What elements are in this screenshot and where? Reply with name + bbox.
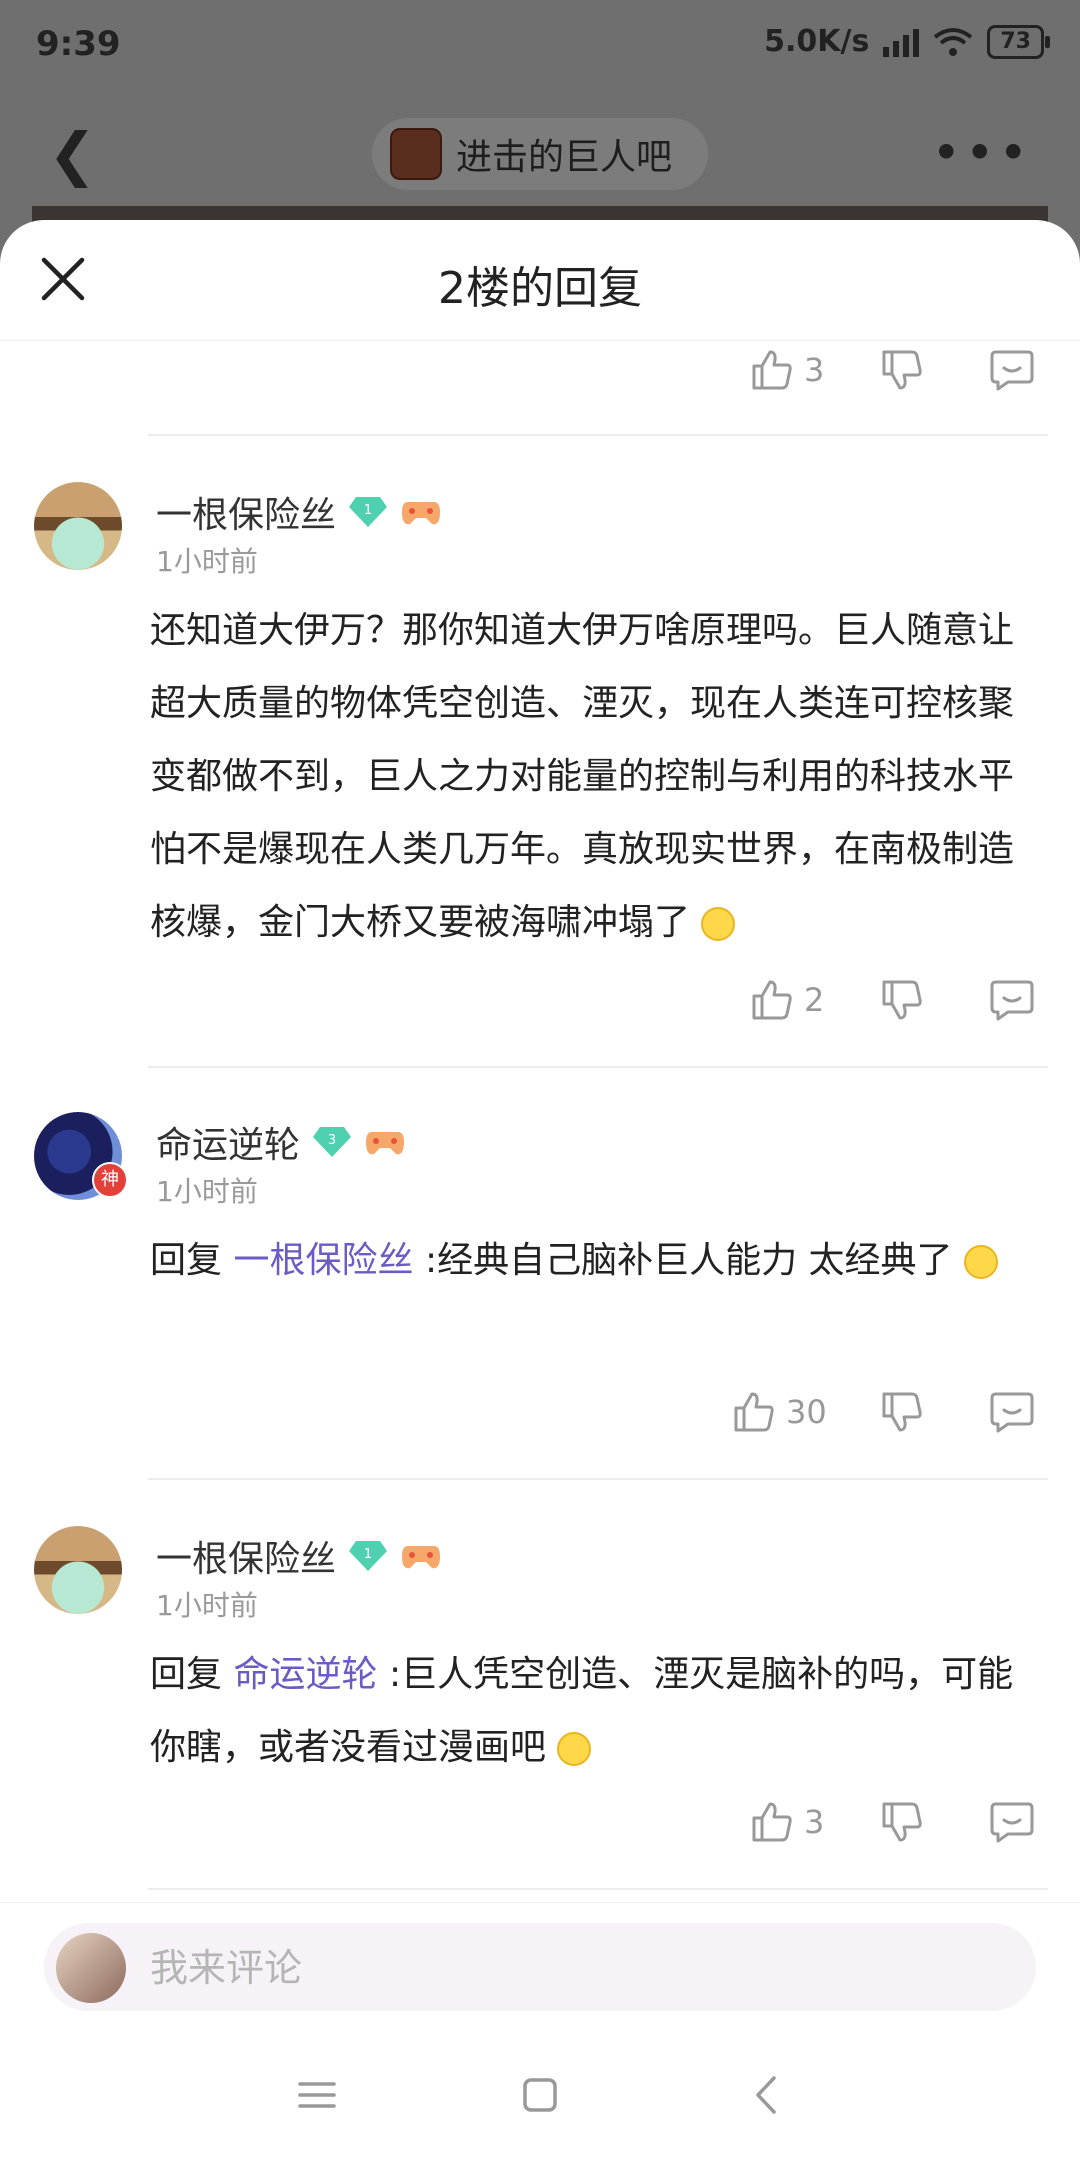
signal-icon xyxy=(883,27,920,57)
battery-icon: 73 xyxy=(987,24,1050,59)
user-row: 命运逆轮 3 xyxy=(156,1116,406,1168)
gamepad-icon xyxy=(402,502,441,525)
thumbs-up-icon xyxy=(752,350,792,390)
dislike-button[interactable] xyxy=(880,1390,924,1434)
reply-button[interactable] xyxy=(990,1800,1034,1844)
level-gem-icon: 1 xyxy=(349,497,388,527)
reply-sheet: 2楼的回复 3 一根保险丝 1 1小时前 还知道大伊万？那你知道大伊万啥原理吗。… xyxy=(0,220,1080,2158)
thumbs-down-icon xyxy=(882,1802,922,1842)
forum-pill: 进击的巨人吧 xyxy=(372,118,708,190)
status-indicators: 5.0K/s 73 xyxy=(764,24,1050,59)
comment-text: 回复 一根保险丝 :经典自己脑补巨人能力 太经典了 xyxy=(150,1224,1040,1297)
username[interactable]: 一根保险丝 xyxy=(156,486,336,538)
reply-mention-link[interactable]: 一根保险丝 xyxy=(233,1240,413,1281)
comment-icon xyxy=(990,1802,1034,1843)
dislike-button[interactable] xyxy=(880,1800,924,1844)
like-count: 30 xyxy=(786,1393,827,1431)
home-icon[interactable] xyxy=(515,2070,565,2120)
action-row: 3 xyxy=(0,1800,1080,1860)
user-row: 一根保险丝 1 xyxy=(156,486,442,538)
sheet-header: 2楼的回复 xyxy=(0,220,1080,341)
comment-input[interactable] xyxy=(148,1923,1012,2013)
divider xyxy=(148,1888,1048,1890)
dislike-button[interactable] xyxy=(880,348,924,392)
action-row: 2 xyxy=(0,978,1080,1038)
forum-logo xyxy=(390,128,442,180)
comment-time: 1小时前 xyxy=(156,545,258,578)
svg-text:1: 1 xyxy=(364,1547,372,1562)
svg-text:1: 1 xyxy=(364,503,372,518)
system-nav-bar xyxy=(0,2030,1080,2158)
thumbs-down-icon xyxy=(882,1392,922,1432)
like-count: 3 xyxy=(804,351,825,389)
comment-icon xyxy=(990,980,1034,1021)
back-icon: ❮ xyxy=(48,120,97,188)
comment-time: 1小时前 xyxy=(156,1175,258,1208)
comment-input-pill[interactable] xyxy=(44,1923,1036,2013)
status-time: 9:39 xyxy=(36,24,121,64)
like-count: 2 xyxy=(804,981,825,1019)
more-icon: ••• xyxy=(931,124,1032,182)
menu-icon[interactable] xyxy=(292,2070,342,2120)
action-row: 3 xyxy=(0,348,1080,408)
like-button[interactable]: 30 xyxy=(732,1390,827,1434)
thumbs-down-icon xyxy=(882,350,922,390)
username[interactable]: 一根保险丝 xyxy=(156,1530,336,1582)
sheet-title: 2楼的回复 xyxy=(438,263,642,314)
wifi-icon xyxy=(934,27,973,56)
reply-mention-link[interactable]: 命运逆轮 xyxy=(233,1654,377,1695)
level-gem-icon: 1 xyxy=(349,1541,388,1571)
comment-input-bar xyxy=(0,1902,1080,2027)
thumbs-up-icon xyxy=(752,1802,792,1842)
reply-button[interactable] xyxy=(990,1390,1034,1434)
dislike-button[interactable] xyxy=(880,978,924,1022)
avatar-badge: 神 xyxy=(92,1162,128,1198)
avatar[interactable] xyxy=(34,482,122,570)
divider xyxy=(148,434,1048,436)
reply-button[interactable] xyxy=(990,978,1034,1022)
thumbs-up-icon xyxy=(734,1392,774,1432)
action-row: 30 xyxy=(0,1390,1080,1450)
like-count: 3 xyxy=(804,1803,825,1841)
gamepad-icon xyxy=(402,1546,441,1569)
forum-name: 进击的巨人吧 xyxy=(456,137,673,178)
smile-emoji-icon xyxy=(701,907,736,941)
thumbs-down-icon xyxy=(882,980,922,1020)
svg-text:3: 3 xyxy=(328,1133,336,1148)
gamepad-icon xyxy=(366,1132,405,1155)
comment-text: 回复 命运逆轮 :巨人凭空创造、湮灭是脑补的吗，可能你瞎，或者没看过漫画吧 xyxy=(150,1638,1040,1784)
my-avatar xyxy=(56,1933,126,2003)
network-speed: 5.0K/s xyxy=(764,24,870,59)
laugh-emoji-icon xyxy=(963,1245,998,1279)
comment-text: 还知道大伊万？那你知道大伊万啥原理吗。巨人随意让超大质量的物体凭空创造、湮灭，现… xyxy=(150,594,1040,959)
comment-icon xyxy=(990,350,1034,391)
status-bar: 9:39 5.0K/s 73 xyxy=(0,0,1080,90)
reply-button[interactable] xyxy=(990,348,1034,392)
level-gem-icon: 3 xyxy=(313,1127,352,1157)
like-button[interactable]: 3 xyxy=(750,1800,824,1844)
user-row: 一根保险丝 1 xyxy=(156,1530,442,1582)
divider xyxy=(148,1478,1048,1480)
back-nav-icon[interactable] xyxy=(742,2070,792,2120)
background-forum-header: ❮ 进击的巨人吧 ••• xyxy=(0,100,1080,210)
like-button[interactable]: 2 xyxy=(750,978,824,1022)
grin-emoji-icon xyxy=(557,1732,592,1766)
divider xyxy=(148,1066,1048,1068)
comment-body: 还知道大伊万？那你知道大伊万啥原理吗。巨人随意让超大质量的物体凭空创造、湮灭，现… xyxy=(150,610,1015,943)
comment-icon xyxy=(990,1392,1034,1433)
username[interactable]: 命运逆轮 xyxy=(156,1116,300,1168)
reply-prefix: 回复 xyxy=(150,1654,223,1695)
thumbs-up-icon xyxy=(752,980,792,1020)
comment-body: :经典自己脑补巨人能力 太经典了 xyxy=(424,1240,953,1281)
reply-prefix: 回复 xyxy=(150,1240,223,1281)
avatar[interactable] xyxy=(34,1526,122,1614)
comment-time: 1小时前 xyxy=(156,1589,258,1622)
like-button[interactable]: 3 xyxy=(750,348,824,392)
